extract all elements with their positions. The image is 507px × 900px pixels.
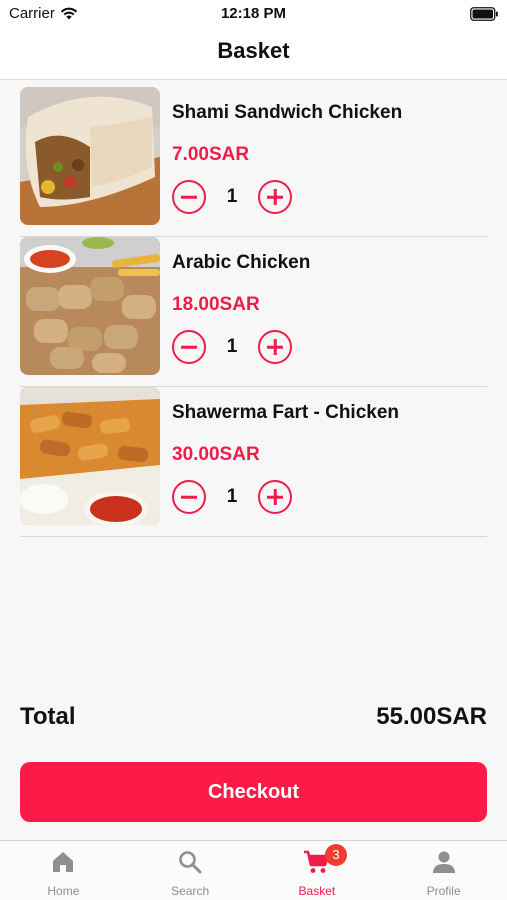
increase-quantity-button[interactable] [258,180,292,214]
tab-profile[interactable]: Profile [380,841,507,900]
status-bar: Carrier 12:18 PM [0,0,507,30]
basket-item[interactable]: Arabic Chicken 18.00SAR 1 [20,237,487,387]
decrease-quantity-button[interactable] [172,330,206,364]
quantity-stepper: 1 [172,330,302,364]
tab-home[interactable]: Home [0,841,127,900]
basket-item[interactable]: Shawerma Fart - Chicken 30.00SAR 1 [20,387,487,537]
item-name: Shawerma Fart - Chicken [172,402,400,423]
page-title: Basket [217,38,290,63]
item-price: 7.00SAR [172,144,250,165]
item-name: Arabic Chicken [172,252,311,273]
home-icon [53,852,74,872]
tab-bar: Home Search Basket Profile [0,840,507,900]
quantity-stepper: 1 [172,180,302,214]
battery-icon [470,7,498,26]
item-image-arabic-chicken [20,237,160,375]
cart-count-badge: 3 [325,844,347,866]
total-label: Total [20,703,76,730]
search-icon [179,851,202,874]
tab-label: Profile [426,884,461,898]
quantity-stepper: 1 [172,480,302,514]
person-icon [432,851,455,873]
increase-quantity-button[interactable] [258,480,292,514]
tab-label: Search [171,884,210,898]
item-name: Shami Sandwich Chicken [172,102,403,123]
increase-quantity-button[interactable] [258,330,292,364]
decrease-quantity-button[interactable] [172,180,206,214]
basket-list: Shami Sandwich Chicken 7.00SAR 1 Arabic … [20,87,487,537]
basket-item[interactable]: Shami Sandwich Chicken 7.00SAR 1 [20,87,487,237]
status-time: 12:18 PM [220,5,287,22]
quantity-value: 1 [226,186,238,207]
item-image-shami-sandwich [20,87,160,225]
navigation-bar: Basket [0,30,507,80]
tab-label: Basket [298,884,336,898]
decrease-quantity-button[interactable] [172,480,206,514]
total-value: 55.00SAR [376,703,487,730]
checkout-button[interactable]: Checkout [20,762,487,822]
item-price: 18.00SAR [172,294,260,315]
tab-basket[interactable]: Basket [254,841,381,900]
item-image-shawerma-fart [20,387,160,525]
item-price: 30.00SAR [172,444,260,465]
quantity-value: 1 [226,486,238,507]
quantity-value: 1 [226,336,238,357]
tab-search[interactable]: Search [127,841,254,900]
tab-label: Home [47,884,80,898]
